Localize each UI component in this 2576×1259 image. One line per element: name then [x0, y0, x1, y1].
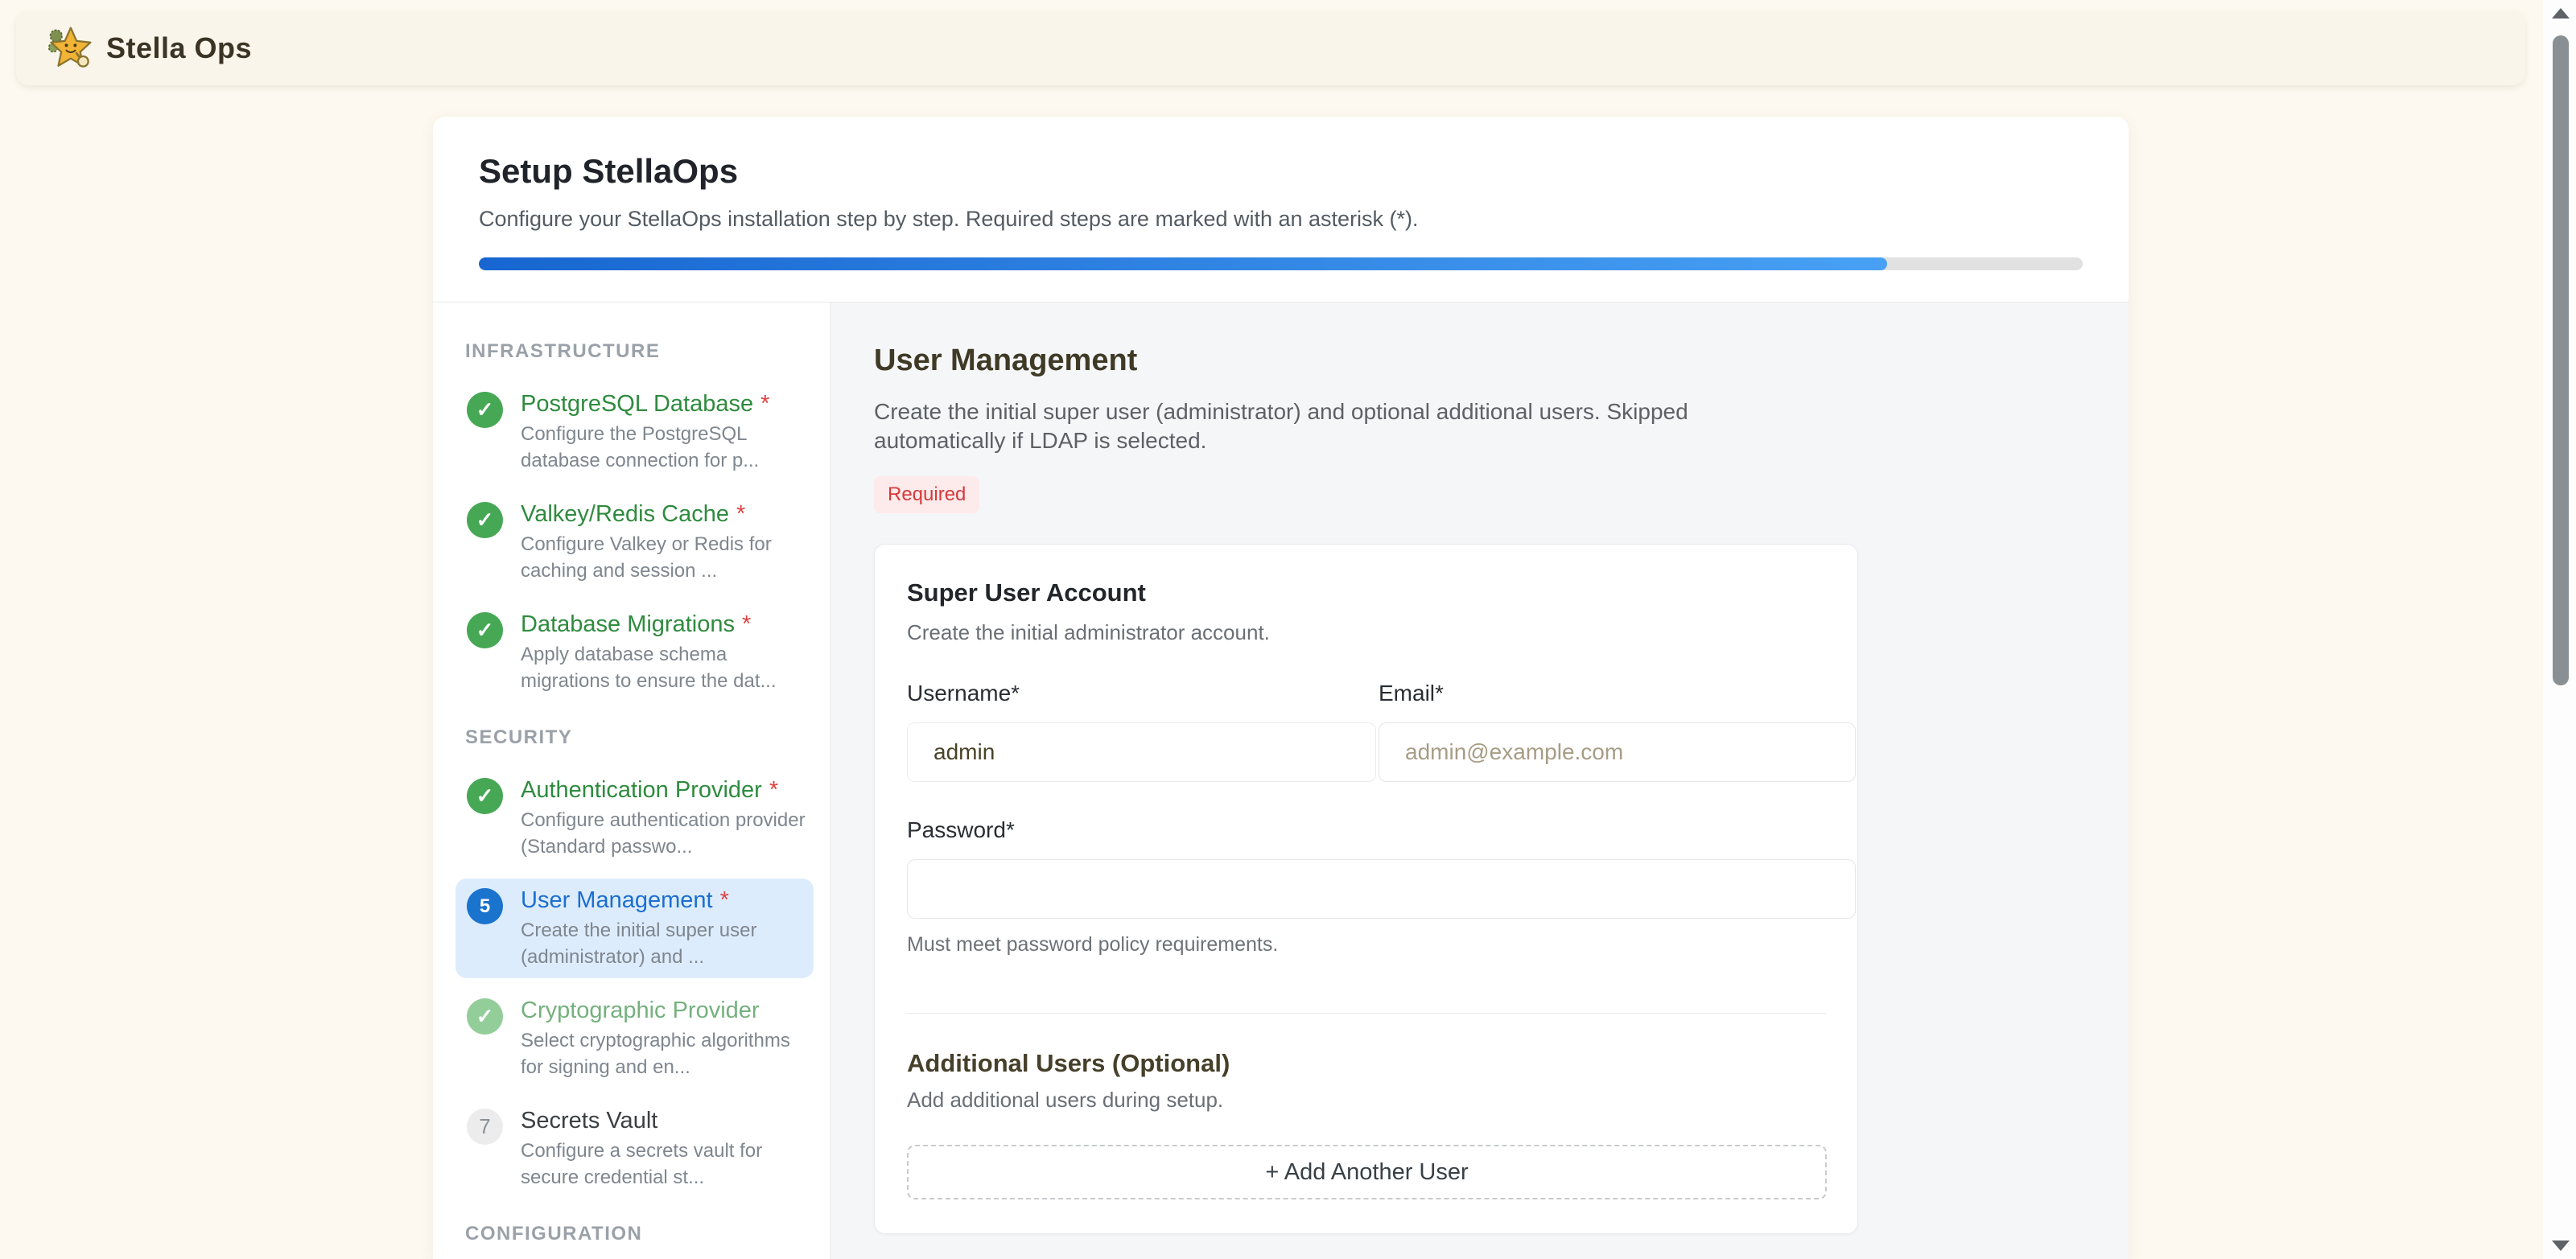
- step-description: Create the initial super user (administr…: [521, 917, 807, 970]
- step-done-check-icon: ✓: [467, 778, 503, 814]
- sidebar-item-database-migrations[interactable]: ✓ Database Migrations* Apply database sc…: [455, 603, 814, 702]
- section-label-infrastructure: INFRASTRUCTURE: [465, 340, 830, 363]
- email-input[interactable]: [1379, 722, 1856, 782]
- setup-progress-bar: [479, 257, 2083, 270]
- section-divider: [907, 1013, 1827, 1014]
- step-done-check-icon: ✓: [467, 392, 503, 428]
- page-title: Setup StellaOps: [479, 152, 2083, 191]
- stella-ops-logo-icon[interactable]: [47, 25, 93, 72]
- section-label-configuration: CONFIGURATION: [465, 1223, 830, 1245]
- step-title: Valkey/Redis Cache*: [521, 500, 807, 528]
- password-input[interactable]: [907, 859, 1856, 919]
- super-user-account-card: Super User Account Create the initial ad…: [874, 544, 1858, 1234]
- step-page-title: User Management: [874, 344, 2129, 378]
- step-description: Configure authentication provider (Stand…: [521, 807, 807, 860]
- progress-fill: [479, 257, 1887, 270]
- required-status-badge: Required: [874, 476, 979, 513]
- step-description: Configure a secrets vault for secure cre…: [521, 1138, 807, 1191]
- add-another-user-button[interactable]: + Add Another User: [907, 1145, 1827, 1199]
- scrollbar-thumb[interactable]: [2553, 35, 2569, 685]
- vertical-scrollbar[interactable]: [2543, 0, 2576, 1259]
- sidebar-item-cryptographic-provider[interactable]: ✓ Cryptographic Provider Select cryptogr…: [455, 989, 814, 1088]
- step-title: User Management*: [521, 887, 807, 914]
- required-asterisk: *: [736, 501, 745, 527]
- wizard-header: Setup StellaOps Configure your StellaOps…: [433, 117, 2129, 302]
- setup-wizard-container: Setup StellaOps Configure your StellaOps…: [433, 117, 2129, 1259]
- steps-sidebar: INFRASTRUCTURE ✓ PostgreSQL Database* Co…: [433, 302, 831, 1259]
- sidebar-item-authentication-provider[interactable]: ✓ Authentication Provider* Configure aut…: [455, 768, 814, 868]
- step-content-panel: User Management Create the initial super…: [831, 302, 2129, 1259]
- additional-users-title: Additional Users (Optional): [907, 1049, 1825, 1078]
- password-label: Password*: [907, 817, 1856, 843]
- step-number-badge: 7: [467, 1109, 503, 1145]
- card-title: Super User Account: [907, 578, 1825, 607]
- username-label: Username*: [907, 681, 1376, 706]
- sidebar-item-secrets-vault[interactable]: 7 Secrets Vault Configure a secrets vaul…: [455, 1099, 814, 1199]
- required-asterisk: *: [760, 391, 769, 417]
- required-asterisk: *: [720, 887, 729, 913]
- step-number-badge: 5: [467, 888, 503, 924]
- step-description: Configure Valkey or Redis for caching an…: [521, 531, 807, 584]
- sidebar-item-postgresql-database[interactable]: ✓ PostgreSQL Database* Configure the Pos…: [455, 382, 814, 482]
- step-page-description: Create the initial super user (administr…: [874, 397, 1775, 455]
- step-description: Configure the PostgreSQL database connec…: [521, 421, 807, 474]
- step-title: Authentication Provider*: [521, 776, 807, 804]
- step-description: Apply database schema migrations to ensu…: [521, 641, 807, 694]
- scrollbar-up-arrow-icon[interactable]: [2552, 8, 2570, 19]
- step-title: Secrets Vault: [521, 1107, 807, 1134]
- step-title: Database Migrations*: [521, 611, 807, 638]
- card-subtitle: Create the initial administrator account…: [907, 620, 1825, 645]
- scrollbar-down-arrow-icon[interactable]: [2552, 1240, 2570, 1251]
- step-done-check-icon: ✓: [467, 612, 503, 648]
- required-asterisk: *: [742, 611, 751, 637]
- additional-users-subtitle: Add additional users during setup.: [907, 1088, 1825, 1113]
- step-done-check-icon: ✓: [467, 502, 503, 538]
- top-navigation-bar: Stella Ops: [16, 11, 2525, 85]
- required-asterisk: *: [769, 777, 778, 803]
- sidebar-item-user-management[interactable]: 5 User Management* Create the initial su…: [455, 878, 814, 978]
- password-helper-text: Must meet password policy requirements.: [907, 933, 1856, 957]
- step-title: PostgreSQL Database*: [521, 390, 807, 418]
- username-input[interactable]: [907, 722, 1376, 782]
- brand-title: Stella Ops: [106, 31, 252, 65]
- page-subtitle: Configure your StellaOps installation st…: [479, 207, 2083, 232]
- section-label-security: SECURITY: [465, 726, 830, 749]
- step-description: Select cryptographic algorithms for sign…: [521, 1027, 807, 1080]
- email-label: Email*: [1379, 681, 1856, 706]
- sidebar-item-valkey-redis-cache[interactable]: ✓ Valkey/Redis Cache* Configure Valkey o…: [455, 492, 814, 592]
- step-title: Cryptographic Provider: [521, 997, 807, 1024]
- step-done-check-icon: ✓: [467, 998, 503, 1035]
